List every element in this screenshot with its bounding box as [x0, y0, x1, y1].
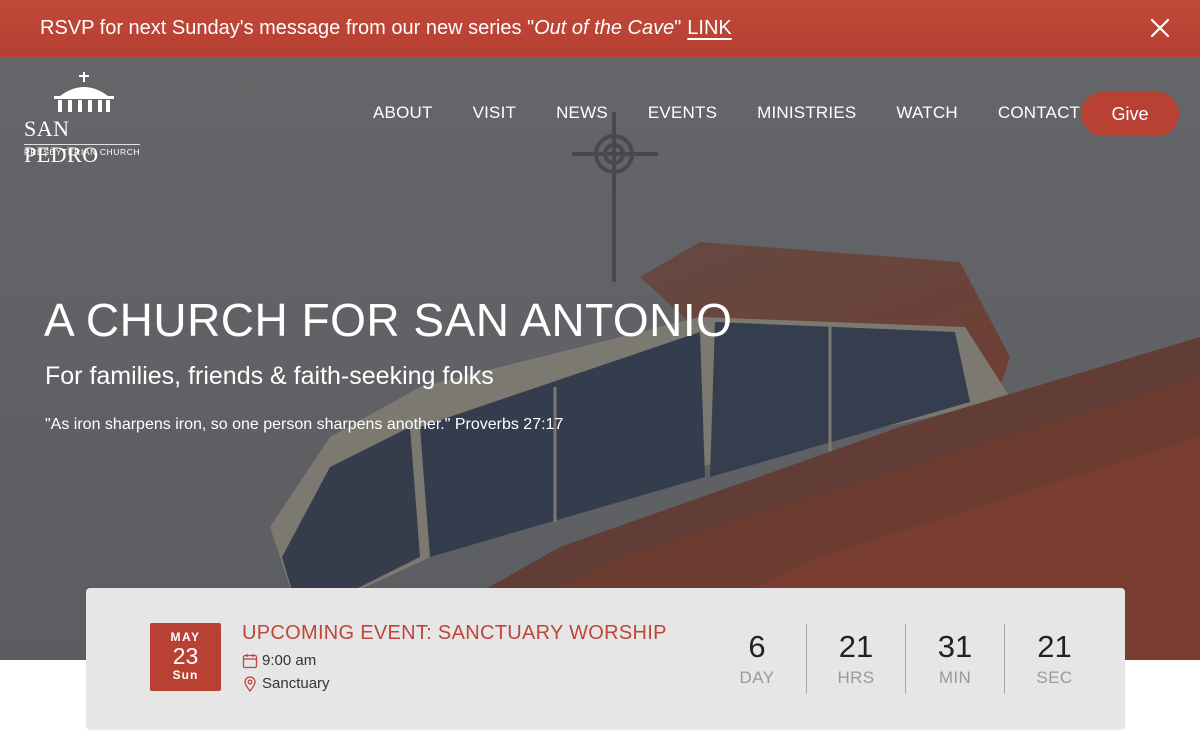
location-pin-icon: [242, 675, 258, 692]
logo-subtitle: PRESBYTERIAN CHURCH: [24, 144, 141, 157]
nav-item-visit[interactable]: VISIT: [473, 103, 517, 123]
event-date-badge: MAY 23 Sun: [150, 623, 221, 691]
nav-item-ministries[interactable]: MINISTRIES: [757, 103, 856, 123]
hero-subtitle: For families, friends & faith-seeking fo…: [45, 362, 494, 390]
nav-item-about[interactable]: ABOUT: [373, 103, 433, 123]
event-time: 9:00 am: [242, 652, 316, 669]
event-countdown: 6 DAY 21 HRS 31 MIN 21 SEC: [708, 624, 1104, 694]
event-time-text: 9:00 am: [262, 652, 317, 669]
countdown-hours-label: HRS: [837, 668, 875, 687]
hero-title: A CHURCH FOR SAN ANTONIO: [44, 294, 733, 346]
logo-name: SAN PEDRO: [24, 116, 99, 167]
countdown-minutes-value: 31: [937, 629, 973, 664]
event-day: 23: [172, 643, 199, 669]
countdown-hours: 21 HRS: [807, 624, 906, 694]
event-title-link[interactable]: UPCOMING EVENT: SANCTUARY WORSHIP: [242, 622, 667, 645]
countdown-minutes: 31 MIN: [906, 624, 1005, 694]
countdown-days-value: 6: [748, 629, 766, 664]
hero-background-image: [0, 57, 1200, 660]
countdown-days-label: DAY: [739, 668, 775, 687]
countdown-hours-value: 21: [838, 629, 874, 664]
hero-section: [0, 57, 1200, 660]
series-name: Out of the Cave: [534, 17, 675, 39]
nav-item-contact[interactable]: CONTACT: [998, 103, 1080, 123]
nav-item-events[interactable]: EVENTS: [648, 103, 717, 123]
countdown-minutes-label: MIN: [938, 668, 972, 687]
upcoming-event-card: MAY 23 Sun UPCOMING EVENT: SANCTUARY WOR…: [86, 588, 1125, 729]
countdown-seconds: 21 SEC: [1005, 624, 1104, 694]
event-month: MAY: [170, 630, 201, 644]
countdown-days: 6 DAY: [708, 624, 807, 694]
countdown-seconds-value: 21: [1037, 629, 1072, 664]
announcement-text: RSVP for next Sunday's message from our …: [40, 17, 682, 39]
event-location: Sanctuary: [242, 675, 330, 692]
church-logo-icon: [54, 72, 114, 112]
main-nav: ABOUT VISIT NEWS EVENTS MINISTRIES WATCH…: [373, 103, 1120, 123]
site-logo[interactable]: SAN PEDRO PRESBYTERIAN CHURCH: [24, 72, 144, 167]
event-weekday: Sun: [172, 668, 199, 682]
countdown-seconds-label: SEC: [1036, 668, 1073, 687]
give-button[interactable]: Give: [1081, 92, 1179, 136]
calendar-icon: [242, 653, 258, 669]
nav-item-watch[interactable]: WATCH: [896, 103, 957, 123]
event-location-text: Sanctuary: [262, 675, 330, 692]
announcement-bar: RSVP for next Sunday's message from our …: [0, 0, 1200, 57]
nav-item-news[interactable]: NEWS: [556, 103, 608, 123]
announcement-link[interactable]: LINK: [687, 17, 731, 40]
hero-quote: "As iron sharpens iron, so one person sh…: [45, 416, 564, 433]
close-icon[interactable]: [1146, 14, 1174, 42]
